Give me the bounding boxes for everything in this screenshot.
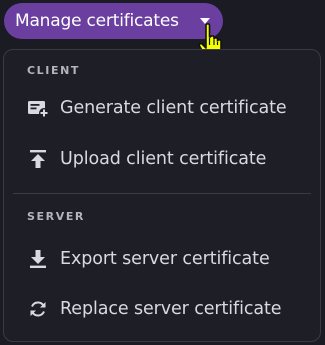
menu-item-label: Generate client certificate	[60, 98, 287, 118]
menu-item-export-server-certificate[interactable]: Export server certificate	[4, 239, 320, 279]
menu-divider	[13, 193, 311, 194]
section-title-client: CLIENT	[27, 64, 80, 77]
menu-item-label: Upload client certificate	[60, 149, 267, 169]
download-icon	[27, 248, 49, 270]
menu-item-label: Export server certificate	[60, 249, 270, 269]
manage-certificates-button[interactable]: Manage certificates	[4, 3, 223, 39]
manage-certificates-label: Manage certificates	[15, 11, 179, 31]
add-certificate-icon	[27, 97, 49, 119]
menu-item-upload-client-certificate[interactable]: Upload client certificate	[4, 139, 320, 179]
replace-icon	[27, 298, 49, 320]
upload-icon	[27, 148, 49, 170]
menu-item-label: Replace server certificate	[60, 299, 282, 319]
menu-item-replace-server-certificate[interactable]: Replace server certificate	[4, 289, 320, 329]
manage-certificates-menu: CLIENT Generate client certificate Uploa…	[3, 49, 321, 342]
menu-item-generate-client-certificate[interactable]: Generate client certificate	[4, 88, 320, 128]
section-title-server: SERVER	[27, 210, 86, 223]
